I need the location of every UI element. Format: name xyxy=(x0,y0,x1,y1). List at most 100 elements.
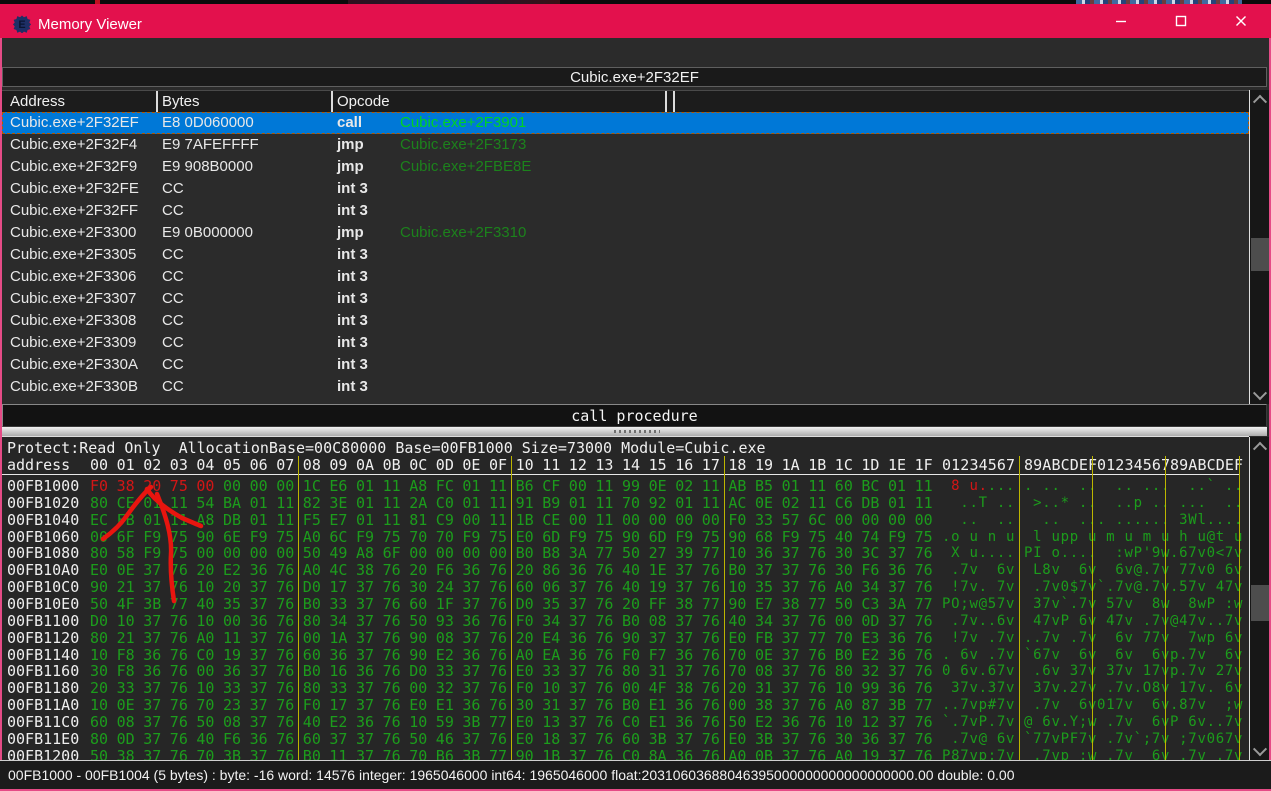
hex-byte[interactable]: 11 xyxy=(808,477,826,495)
column-separator[interactable] xyxy=(673,91,675,113)
hex-byte[interactable]: 00 xyxy=(196,544,214,562)
hex-byte[interactable]: 37 xyxy=(250,662,268,680)
hex-byte[interactable]: 00 xyxy=(250,544,268,562)
hex-byte[interactable]: 34 xyxy=(755,612,773,630)
hex-byte[interactable]: 76 xyxy=(170,679,188,697)
hex-byte[interactable]: 6D xyxy=(649,528,667,546)
hex-byte[interactable]: 59 xyxy=(436,713,454,731)
hex-byte[interactable]: 75 xyxy=(702,528,720,546)
hex-byte[interactable]: 1B xyxy=(542,747,560,760)
hex-byte[interactable]: 30 xyxy=(835,730,853,748)
hex-byte[interactable]: 36 xyxy=(462,612,480,630)
hex-byte[interactable]: E2 xyxy=(861,646,879,664)
hex-byte[interactable]: 08 xyxy=(649,612,667,630)
disasm-row[interactable]: Cubic.exe+2F32EFE8 0D060000callCubic.exe… xyxy=(2,112,1249,134)
hex-byte[interactable]: AC xyxy=(728,494,746,512)
hex-byte[interactable]: C3 xyxy=(861,595,879,613)
hex-byte[interactable]: 36 xyxy=(250,561,268,579)
hex-byte[interactable]: F6 xyxy=(861,561,879,579)
hex-byte[interactable]: A0 xyxy=(303,528,321,546)
hex-byte[interactable]: 77 xyxy=(808,629,826,647)
hex-byte[interactable]: F7 xyxy=(649,646,667,664)
hex-byte[interactable]: 00 xyxy=(728,696,746,714)
hex-byte[interactable]: 76 xyxy=(915,544,933,562)
hex-byte[interactable]: 90 xyxy=(622,629,640,647)
hex-byte[interactable]: 76 xyxy=(276,730,294,748)
hex-byte[interactable]: 0E xyxy=(755,494,773,512)
hex-byte[interactable]: 37 xyxy=(569,696,587,714)
hex-byte[interactable]: 49 xyxy=(329,544,347,562)
hex-byte[interactable]: 02 xyxy=(782,494,800,512)
hex-byte[interactable]: 40 xyxy=(835,528,853,546)
hex-byte[interactable]: 76 xyxy=(489,730,507,748)
hex-byte[interactable]: 37 xyxy=(569,595,587,613)
hex-byte[interactable]: 70 xyxy=(835,629,853,647)
hex-byte[interactable]: 00 xyxy=(835,511,853,529)
hex-byte[interactable]: 20 xyxy=(516,629,534,647)
hex-byte[interactable]: 10 xyxy=(728,578,746,596)
hex-byte[interactable]: 00 xyxy=(303,629,321,647)
hex-byte[interactable]: 76 xyxy=(170,561,188,579)
hex-byte[interactable]: 76 xyxy=(915,713,933,731)
hex-byte[interactable]: 37 xyxy=(143,713,161,731)
disasm-row[interactable]: Cubic.exe+2F330BCCint 3 xyxy=(2,376,1249,398)
hex-byte[interactable]: 50 xyxy=(409,612,427,630)
hex-byte[interactable]: 37 xyxy=(250,747,268,760)
hex-byte[interactable]: 6E xyxy=(223,528,241,546)
hex-byte[interactable]: 80 xyxy=(303,612,321,630)
hex-byte[interactable]: 37 xyxy=(782,629,800,647)
hex-byte[interactable]: F8 xyxy=(117,646,135,664)
hex-byte[interactable]: 2A xyxy=(409,494,427,512)
hex-byte[interactable]: 00 xyxy=(569,511,587,529)
hex-byte[interactable]: 36 xyxy=(888,561,906,579)
hex-byte[interactable]: 37 xyxy=(356,612,374,630)
hex-byte[interactable]: E6 xyxy=(329,477,347,495)
hex-byte[interactable]: 01 xyxy=(888,494,906,512)
hex-byte[interactable]: 76 xyxy=(383,679,401,697)
hex-byte[interactable]: 36 xyxy=(462,561,480,579)
hex-byte[interactable]: 54 xyxy=(196,494,214,512)
hex-byte[interactable]: E0 xyxy=(728,730,746,748)
hex-byte[interactable]: E2 xyxy=(436,646,454,664)
hex-byte[interactable]: 38 xyxy=(356,561,374,579)
hex-byte[interactable]: 31 xyxy=(755,679,773,697)
hex-byte[interactable]: 10 xyxy=(542,679,560,697)
hex-byte[interactable]: 18 xyxy=(542,730,560,748)
hex-byte[interactable]: 99 xyxy=(861,679,879,697)
hex-byte[interactable]: 77 xyxy=(915,696,933,714)
hex-byte[interactable]: 17 xyxy=(329,578,347,596)
hex-byte[interactable]: 37 xyxy=(782,679,800,697)
hex-scrollbar[interactable] xyxy=(1249,437,1269,760)
hex-byte[interactable]: 37 xyxy=(143,561,161,579)
hex-byte[interactable]: 37 xyxy=(143,612,161,630)
hex-byte[interactable]: 00 xyxy=(250,477,268,495)
column-header-address[interactable]: Address xyxy=(10,93,65,110)
hex-byte[interactable]: 3A xyxy=(888,595,906,613)
hex-byte[interactable]: 20 xyxy=(196,561,214,579)
hex-byte[interactable]: 76 xyxy=(915,561,933,579)
hex-byte[interactable]: 76 xyxy=(489,578,507,596)
hex-byte[interactable]: 90 xyxy=(728,595,746,613)
hex-byte[interactable]: F9 xyxy=(675,528,693,546)
hex-byte[interactable]: 11 xyxy=(489,477,507,495)
hex-byte[interactable]: 37 xyxy=(143,679,161,697)
hex-byte[interactable]: E0 xyxy=(516,730,534,748)
hex-byte[interactable]: 1A xyxy=(329,629,347,647)
hex-byte[interactable]: D0 xyxy=(516,595,534,613)
column-header-opcode[interactable]: Opcode xyxy=(337,93,390,110)
hex-byte[interactable]: 02 xyxy=(675,477,693,495)
hex-byte[interactable]: 39 xyxy=(675,544,693,562)
hex-byte[interactable]: 37 xyxy=(888,578,906,596)
hex-byte[interactable]: 33 xyxy=(542,662,560,680)
hex-byte[interactable]: 76 xyxy=(595,696,613,714)
hex-byte[interactable]: 76 xyxy=(915,612,933,630)
hex-byte[interactable]: 3B xyxy=(462,747,480,760)
hex-byte[interactable]: 93 xyxy=(436,612,454,630)
hex-byte[interactable]: BA xyxy=(223,494,241,512)
hex-byte[interactable]: 76 xyxy=(808,662,826,680)
hex-byte[interactable]: 60 xyxy=(303,730,321,748)
hex-byte[interactable]: 38 xyxy=(117,477,135,495)
hex-byte[interactable]: 6F xyxy=(117,528,135,546)
hex-byte[interactable]: E0 xyxy=(516,713,534,731)
hex-byte[interactable]: 36 xyxy=(569,561,587,579)
